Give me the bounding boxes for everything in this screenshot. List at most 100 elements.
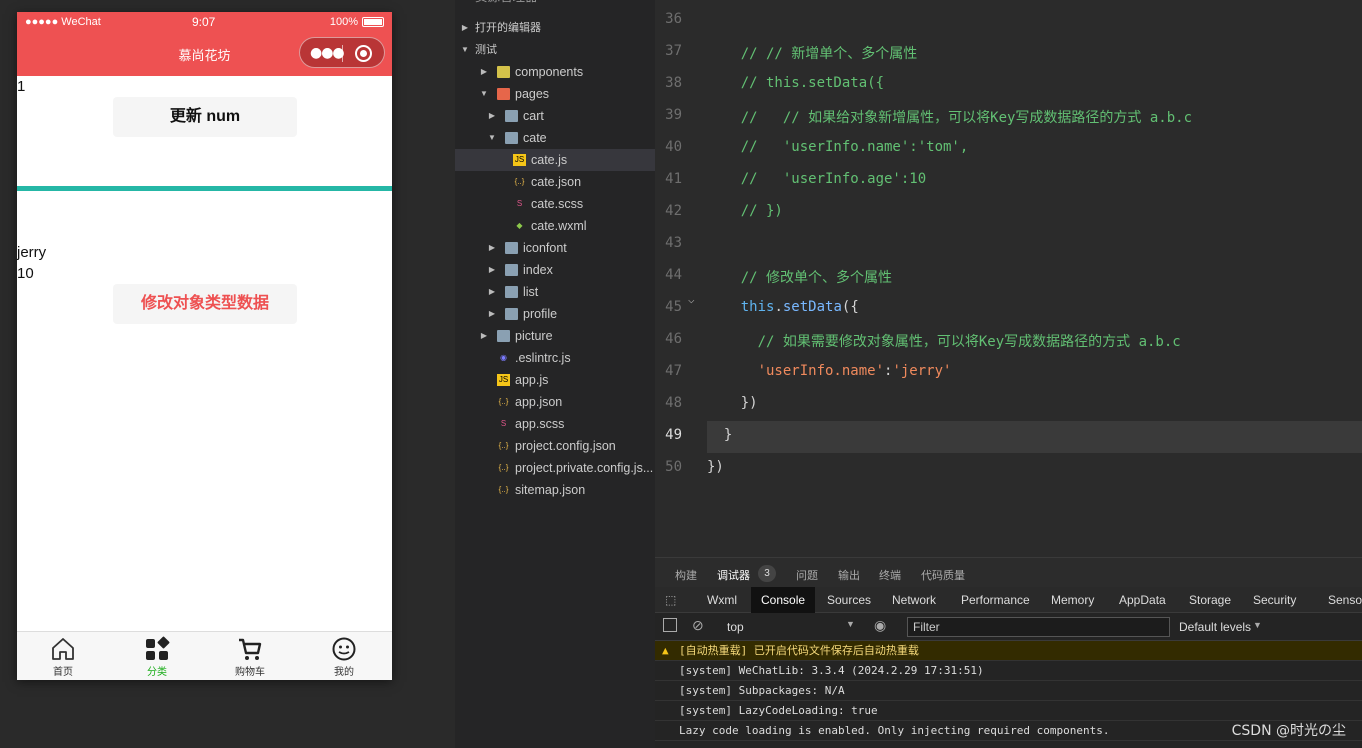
capsule-menu[interactable]: ●●●	[299, 37, 385, 68]
tree-file[interactable]: JS app.js	[455, 369, 655, 391]
chevron-icon[interactable]: ▶	[487, 303, 497, 325]
battery-icon	[362, 17, 384, 27]
chevron-icon[interactable]: ▶	[479, 325, 489, 347]
user-name: jerry	[17, 244, 47, 261]
code-line: // // 新增单个、多个属性	[707, 46, 918, 62]
modify-object-button[interactable]: 修改对象类型数据	[113, 284, 297, 324]
tab-label: 分类	[147, 667, 167, 678]
inspect-icon[interactable]: ⬚	[665, 587, 676, 613]
update-num-button[interactable]: 更新 num	[113, 97, 297, 137]
eye-icon[interactable]: ◉	[874, 617, 886, 634]
code-editor[interactable]: 36 37 // // 新增单个、多个属性 38 // this.setData({…	[655, 0, 1362, 557]
tree-folder[interactable]: ▶ list	[455, 281, 655, 303]
chevron-icon[interactable]: ▼	[487, 127, 497, 149]
project-section[interactable]: ▼ 测试	[455, 39, 655, 61]
debugger-badge: 3	[758, 565, 776, 582]
chevron-icon[interactable]: ▶	[487, 281, 497, 303]
js-file-icon: JS	[513, 154, 526, 166]
fold-chevron-icon[interactable]: ⌵	[688, 293, 695, 306]
tab-sources[interactable]: Sources	[827, 587, 871, 613]
tab-debugger[interactable]: 调试器	[717, 567, 750, 583]
tree-folder[interactable]: ▶ iconfont	[455, 237, 655, 259]
tab-build[interactable]: 构建	[675, 567, 697, 583]
tree-file[interactable]: ◆ cate.wxml	[455, 215, 655, 237]
tree-label: iconfont	[523, 241, 567, 255]
context-select[interactable]: top	[727, 620, 744, 634]
chevron-icon[interactable]: ▶	[487, 105, 497, 127]
wxml-file-icon: ◆	[516, 221, 523, 230]
clear-console-icon[interactable]: ⊘	[692, 617, 704, 634]
tree-folder[interactable]: ▶ cart	[455, 105, 655, 127]
tree-file[interactable]: ◉ .eslintrc.js	[455, 347, 655, 369]
tab-appdata[interactable]: AppData	[1119, 587, 1166, 613]
console-log: [system] LazyCodeLoading: true	[655, 701, 1362, 721]
folder-icon	[497, 330, 510, 342]
tree-folder[interactable]: ▶ index	[455, 259, 655, 281]
tree-file[interactable]: {..} cate.json	[455, 171, 655, 193]
tab-wxml[interactable]: Wxml	[707, 587, 737, 613]
tab-output[interactable]: 输出	[838, 567, 860, 583]
more-icon[interactable]: ●●●	[310, 46, 345, 60]
profile-icon	[332, 637, 356, 661]
tree-file[interactable]: JS cate.js	[455, 149, 655, 171]
tab-sensor[interactable]: Sensor	[1328, 587, 1362, 613]
tree-label: cate.js	[531, 153, 568, 167]
code-line: // this.setData({	[707, 75, 885, 91]
line-number: 43	[665, 235, 682, 251]
chevron-down-icon[interactable]: ▼	[846, 619, 855, 629]
chevron-icon[interactable]: ▶	[479, 61, 489, 83]
tab-problems[interactable]: 问题	[796, 567, 818, 583]
tab-network[interactable]: Network	[892, 587, 936, 613]
tree-label: list	[523, 285, 539, 299]
line-number: 38	[665, 75, 682, 91]
status-time: 9:07	[192, 15, 216, 29]
line-number: 40	[665, 139, 682, 155]
filter-input[interactable]: Filter	[907, 617, 1170, 637]
tab-terminal[interactable]: 终端	[879, 567, 901, 583]
tab-home[interactable]: 首页	[33, 636, 93, 678]
tree-folder[interactable]: ▼ pages	[455, 83, 655, 105]
chevron-icon[interactable]: ▼	[479, 83, 489, 105]
tree-folder[interactable]: ▶ picture	[455, 325, 655, 347]
sidebar-toggle-icon[interactable]	[663, 618, 677, 632]
open-editors-section[interactable]: ▶ 打开的编辑器	[455, 17, 655, 39]
code-line: // 'userInfo.age':10	[707, 171, 927, 187]
tab-label: 我的	[334, 667, 354, 678]
tab-category[interactable]: 分类	[127, 636, 187, 678]
tab-security[interactable]: Security	[1253, 587, 1296, 613]
tab-code-quality[interactable]: 代码质量	[921, 567, 965, 583]
tree-file[interactable]: {..} project.config.json	[455, 435, 655, 457]
battery-percent: 100%	[329, 16, 358, 28]
scss-file-icon: S	[516, 199, 523, 208]
tree-file[interactable]: Sapp.scss	[455, 413, 655, 435]
close-miniprogram-icon[interactable]	[355, 45, 372, 62]
log-levels-select[interactable]: Default levels	[1179, 620, 1251, 634]
tree-label: cart	[523, 109, 544, 123]
chevron-icon[interactable]: ▶	[487, 237, 497, 259]
console-log: [system] WeChatLib: 3.3.4 (2024.2.29 17:…	[655, 661, 1362, 681]
tree-folder[interactable]: ▼ cate	[455, 127, 655, 149]
tab-console[interactable]: Console	[751, 587, 816, 613]
tree-label: app.scss	[515, 417, 565, 431]
scss-file-icon: S	[500, 419, 507, 428]
warning-icon: ▲	[662, 644, 669, 657]
chevron-down-icon[interactable]: ▼	[1253, 620, 1262, 630]
tree-file[interactable]: Scate.scss	[455, 193, 655, 215]
section-divider	[17, 186, 392, 191]
tab-cart[interactable]: 购物车	[220, 636, 280, 678]
tab-memory[interactable]: Memory	[1051, 587, 1094, 613]
tab-storage[interactable]: Storage	[1189, 587, 1231, 613]
tree-folder[interactable]: ▶ components	[455, 61, 655, 83]
folder-icon	[497, 88, 510, 100]
tab-profile[interactable]: 我的	[314, 636, 374, 678]
code-line: 'userInfo.name':'jerry'	[707, 363, 952, 379]
tab-performance[interactable]: Performance	[961, 587, 1030, 613]
tree-file[interactable]: {..} app.json	[455, 391, 655, 413]
tree-file[interactable]: {..} sitemap.json	[455, 479, 655, 501]
code-line: // // 如果给对象新增属性，可以将Key写成数据路径的方式 a.b.c	[707, 110, 1193, 126]
tree-label: cate.wxml	[531, 219, 587, 233]
tree-folder[interactable]: ▶ profile	[455, 303, 655, 325]
chevron-icon[interactable]: ▶	[487, 259, 497, 281]
tree-label: pages	[515, 87, 550, 101]
tree-file[interactable]: {..} project.private.config.js...	[455, 457, 655, 479]
